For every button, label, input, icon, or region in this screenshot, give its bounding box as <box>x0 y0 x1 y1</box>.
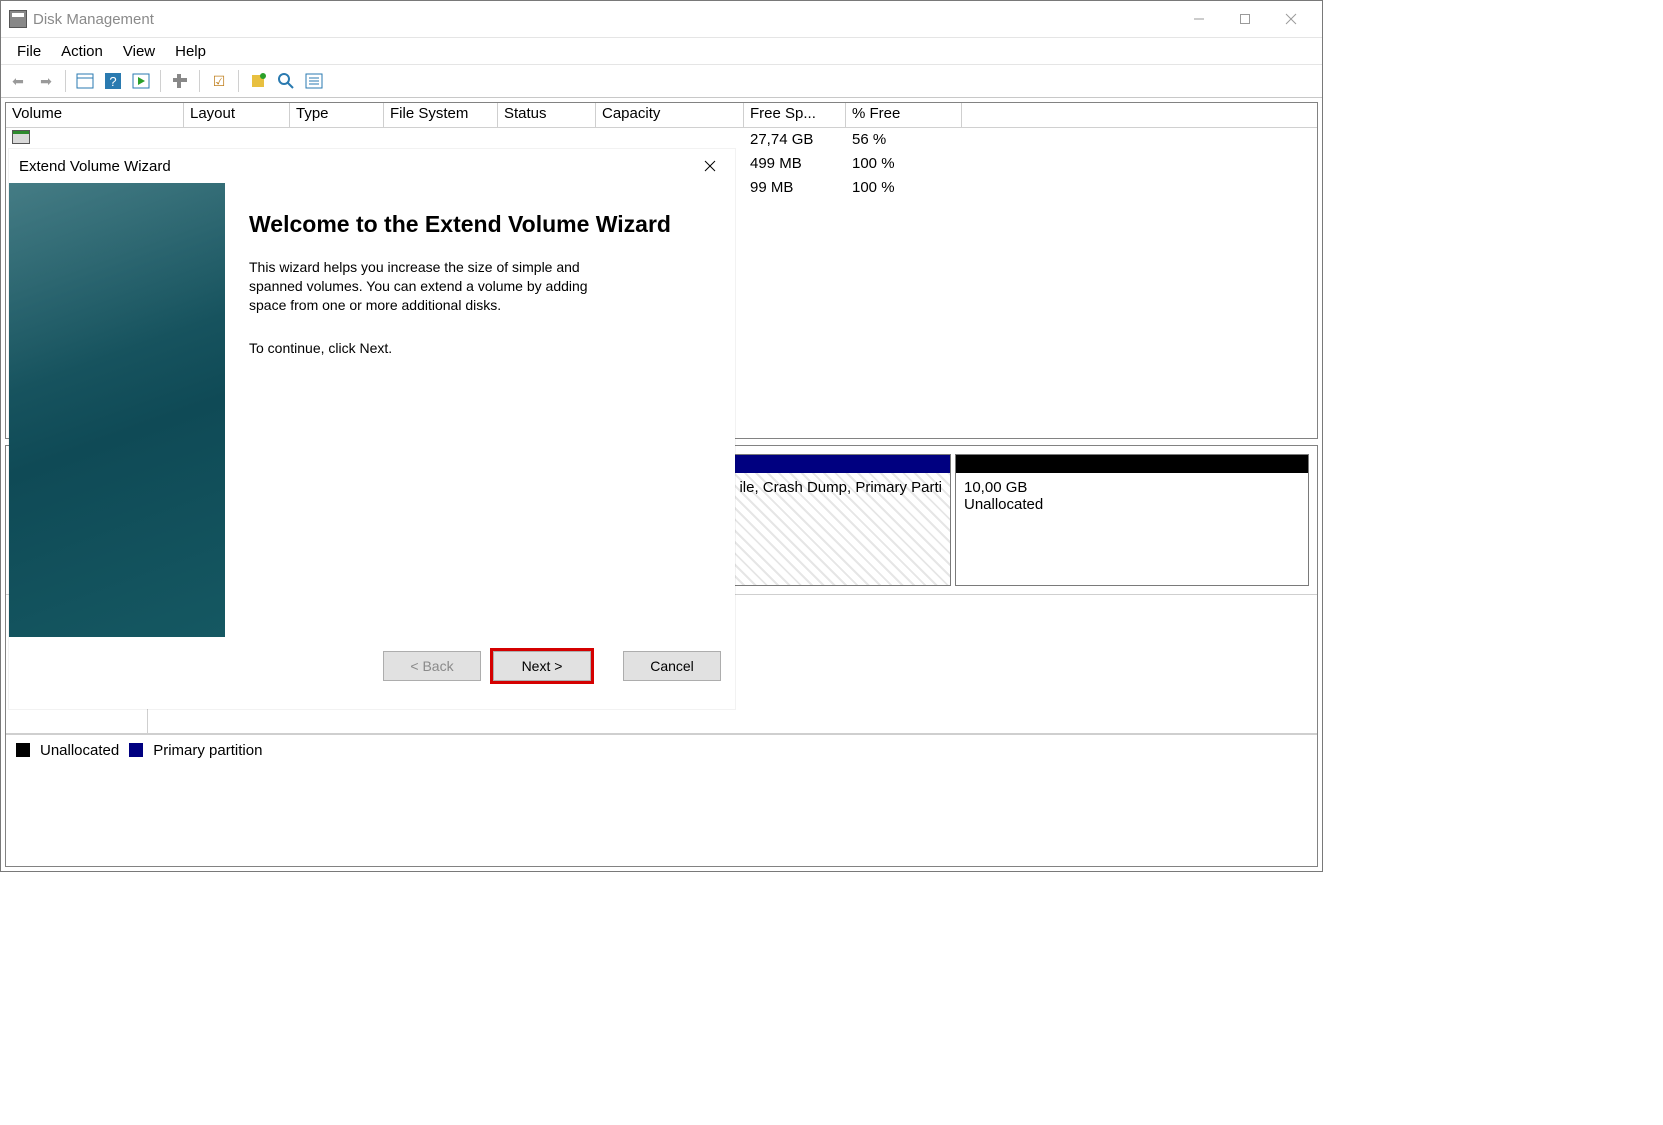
app-icon <box>9 10 27 28</box>
titlebar: Disk Management <box>1 1 1322 38</box>
legend-label-unallocated: Unallocated <box>40 742 119 759</box>
settings-icon[interactable] <box>169 70 191 92</box>
check-icon[interactable]: ☑ <box>208 70 230 92</box>
column-header[interactable]: File System <box>384 103 498 127</box>
new-icon[interactable] <box>247 70 269 92</box>
toolbar: ⬅ ➡ ? ☑ <box>1 64 1322 98</box>
next-button[interactable]: Next > <box>493 651 591 681</box>
legend-swatch-unallocated <box>16 743 30 757</box>
forward-icon[interactable]: ➡ <box>35 70 57 92</box>
column-header[interactable]: % Free <box>846 103 962 127</box>
wizard-close-button[interactable] <box>695 152 725 180</box>
wizard-titlebar: Extend Volume Wizard <box>9 149 735 183</box>
column-header[interactable]: Layout <box>184 103 290 127</box>
legend: Unallocated Primary partition <box>6 734 1317 765</box>
wizard-continue-text: To continue, click Next. <box>249 339 711 358</box>
column-header[interactable]: Status <box>498 103 596 127</box>
help-icon[interactable]: ? <box>102 70 124 92</box>
svg-text:?: ? <box>109 74 116 89</box>
toolbar-separator <box>160 70 161 92</box>
column-header[interactable]: Type <box>290 103 384 127</box>
partition[interactable]: 10,00 GBUnallocated <box>955 454 1309 586</box>
extend-volume-wizard: Extend Volume Wizard Welcome to the Exte… <box>9 149 735 709</box>
close-button[interactable] <box>1268 4 1314 34</box>
view-icon[interactable] <box>74 70 96 92</box>
menu-action[interactable]: Action <box>51 41 113 62</box>
menu-file[interactable]: File <box>7 41 51 62</box>
menu-help[interactable]: Help <box>165 41 216 62</box>
menu-view[interactable]: View <box>113 41 165 62</box>
volume-icon <box>12 130 30 144</box>
toolbar-separator <box>65 70 66 92</box>
minimize-button[interactable] <box>1176 4 1222 34</box>
legend-label-primary: Primary partition <box>153 742 262 759</box>
column-header[interactable]: Capacity <box>596 103 744 127</box>
volume-list-header: VolumeLayoutTypeFile SystemStatusCapacit… <box>6 103 1317 128</box>
maximize-button[interactable] <box>1222 4 1268 34</box>
legend-swatch-primary <box>129 743 143 757</box>
wizard-footer: < Back Next > Cancel <box>9 637 735 709</box>
column-header[interactable]: Free Sp... <box>744 103 846 127</box>
column-header[interactable]: Volume <box>6 103 184 127</box>
search-icon[interactable] <box>275 70 297 92</box>
toolbar-separator <box>199 70 200 92</box>
list-icon[interactable] <box>303 70 325 92</box>
wizard-body: Welcome to the Extend Volume Wizard This… <box>9 183 735 637</box>
wizard-title: Extend Volume Wizard <box>19 158 171 175</box>
wizard-heading: Welcome to the Extend Volume Wizard <box>249 211 711 238</box>
wizard-main: Welcome to the Extend Volume Wizard This… <box>225 183 735 637</box>
window-buttons <box>1176 4 1314 34</box>
wizard-body-text: This wizard helps you increase the size … <box>249 258 619 315</box>
disk-management-window: Disk Management File Action View Help ⬅ … <box>0 0 1323 872</box>
cancel-button[interactable]: Cancel <box>623 651 721 681</box>
wizard-banner <box>9 183 225 637</box>
window-title: Disk Management <box>33 11 154 28</box>
back-icon[interactable]: ⬅ <box>7 70 29 92</box>
toolbar-separator <box>238 70 239 92</box>
view2-icon[interactable] <box>130 70 152 92</box>
menubar: File Action View Help <box>1 38 1322 64</box>
back-button: < Back <box>383 651 481 681</box>
